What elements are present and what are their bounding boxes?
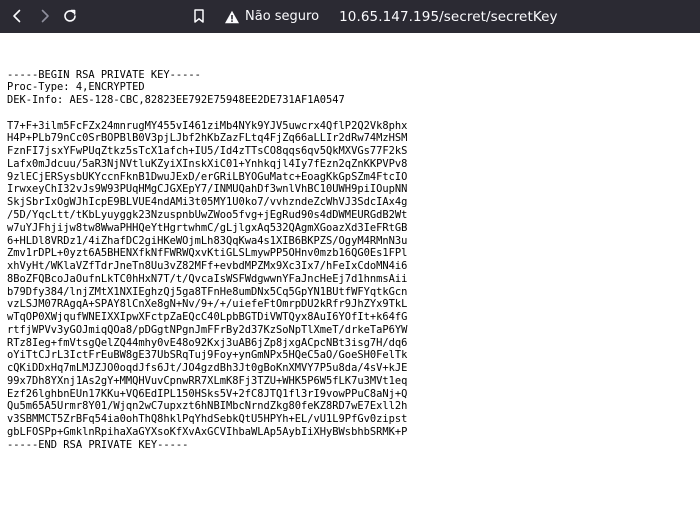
forward-arrow-icon	[41, 9, 49, 23]
text-line: -----END RSA PRIVATE KEY-----	[7, 438, 189, 451]
text-line: gbLFOSPp+GmklnRpihaXaGYXsoKfXvAxGCVIhbaW…	[7, 426, 408, 438]
text-line	[7, 107, 697, 120]
text-line: oYiTtCJrL3IctFrEuBW8gE37UbSRqTuj9Foy+ynG…	[7, 349, 408, 362]
bookmark-button[interactable]	[188, 5, 210, 27]
text-line: Lafx0mJdcuu/5aR3NjNVtluKZyiXInskXiC01+Yn…	[7, 157, 408, 170]
text-line: b79Dfy384/lnjZMtX1NXIEghzQj5ga8TFnHe8umD…	[7, 285, 408, 298]
text-line: cQKiDDxHq7mLMJZJO0oqdJfs6Jt/JO4gzdBh3Jt0…	[7, 362, 408, 375]
text-line: DEK-Info: AES-128-CBC,82823EE792E75948EE…	[7, 94, 345, 107]
document-text: -----BEGIN RSA PRIVATE KEY----- Proc-Type…	[7, 43, 697, 464]
text-line: /5D/YqcLtt/tKbLyuyggk23NzuspnbUwZWoo5fvg…	[7, 208, 408, 221]
address-bar[interactable]: Não seguro 10.65.147.195/secret/secretKe…	[220, 4, 698, 29]
text-line: 99x7Dh8YXnj1As2gY+MMQHVuvCpnwRR7XLmK8Fj3…	[7, 374, 408, 387]
security-status-label[interactable]: Não seguro	[245, 9, 319, 24]
text-line: 6+HLDl8VRDz1/4iZhafDC2giHKeWOjmLh83QqKwa…	[7, 234, 408, 247]
text-line: T7+F+3ilm5FcFZx24mnrugMY455vI461ziMb4NYk…	[7, 119, 408, 132]
forward-button[interactable]	[34, 5, 56, 27]
reload-icon	[64, 9, 76, 22]
text-line: xhVyHt/WKlaVZfTdrJneTn8Uu3vZ82MFf+evbdMP…	[7, 260, 408, 273]
reload-button[interactable]	[59, 5, 81, 27]
text-line: Proc-Type: 4,ENCRYPTED	[7, 81, 145, 94]
text-line: Zmv1rDPL+0yzt6A5BHENXfkNfFWRWQxvKtiGLSLm…	[7, 247, 408, 260]
text-line: RTz8Ieg+fmVtsgQelZQ44mhy0vE48o92Kxj3uAB6…	[7, 336, 408, 349]
text-line: vzLSJM07RAgqA+SPAY8lCnXe8gN+Nv/9+/+/uief…	[7, 298, 408, 311]
url-text[interactable]: 10.65.147.195/secret/secretKey	[339, 9, 558, 25]
back-button[interactable]	[6, 5, 28, 27]
text-line: rtfjWPVv3yGOJmiqQOa8/pDGgtNPgnJmFFrBy2d3…	[7, 323, 408, 336]
text-line: w7uYJFhjijw8tw8WwaPHHQeYtHgrtwhmC/gLjlgx…	[7, 221, 408, 234]
text-line: SkjSbrIxOgWJhIcpE9BLVUE4ndAMi3t05MY1U0ko…	[7, 196, 408, 209]
browser-toolbar: Não seguro 10.65.147.195/secret/secretKe…	[0, 0, 700, 33]
warning-icon[interactable]	[224, 9, 240, 25]
text-line: 8BoZFQBcoJaOufnLkTC0hHxN7T/t/QvcaIsWSFWd…	[7, 272, 408, 285]
text-line: Qu5m65A5Urmr8Y01/Wjqn2wC7upxzt6hNBIMbcNr…	[7, 400, 408, 413]
text-line: H4P+PLb79nCc0SrBOPBlB0V3pjLJbf2hKbZazFLt…	[7, 132, 408, 145]
text-line: -----BEGIN RSA PRIVATE KEY-----	[7, 68, 201, 81]
text-line: 9zlECjERSysbUKYccnFknB1DwuJExD/erGRiLBYO…	[7, 170, 408, 183]
text-line: v3SBMMCT5ZrBFq54ia0ohThQ8hklPqYhdSebkQtU…	[7, 413, 408, 426]
bookmark-icon	[194, 9, 204, 23]
text-line: IrwxeyChI32vJs9W93PUqHMgCJGXEpY7/INMUQah…	[7, 183, 408, 196]
text-line: Ezf26lghbnEUn17KKu+VQ6EdIPL150HSks5V+2fC…	[7, 387, 408, 400]
back-arrow-icon	[13, 9, 21, 23]
text-line: FznFI7jsxYFwPUqZtkz5sTcX1afch+IU5/Id4zTT…	[7, 145, 408, 158]
text-line: wTqOP0XWjqufWNEIXXIpwXFctpZaEQcC40LpbBGT…	[7, 311, 408, 324]
